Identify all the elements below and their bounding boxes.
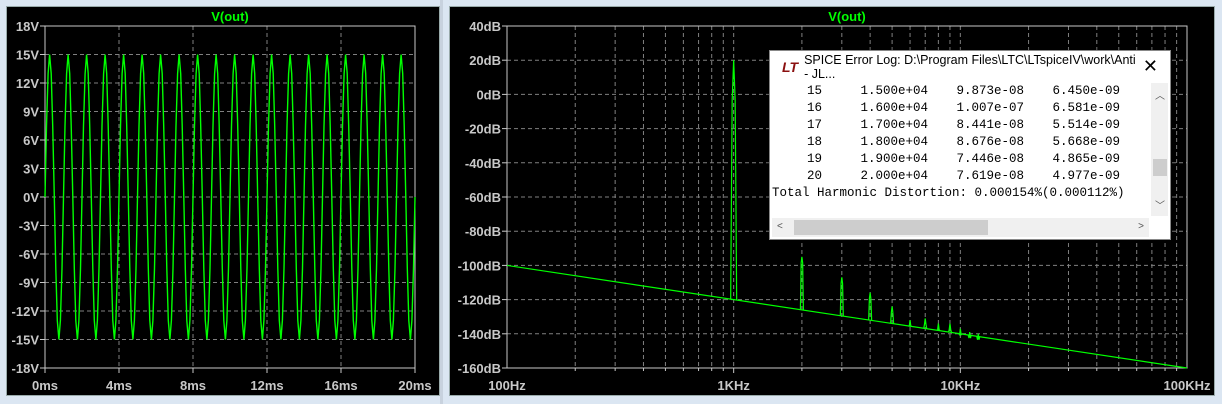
log-cell: 1.500e+04 [860,84,928,98]
log-cell: 1.600e+04 [860,101,928,115]
x-tick-label: 4ms [106,378,132,393]
y-tick-label: -120dB [458,293,501,308]
scroll-right-icon[interactable]: > [1138,221,1144,232]
y-tick-label: 3V [23,162,39,177]
y-tick-label: -18V [12,361,40,376]
y-tick-label: 15V [16,48,39,63]
x-tick-label: 16ms [324,378,357,393]
y-tick-label: -12V [12,304,40,319]
thd-result: Total Harmonic Distortion: 0.000154%(0.0… [772,186,1125,200]
log-cell: 20 [806,169,822,183]
y-tick-label: 40dB [469,19,501,34]
log-cell: 15 [806,84,822,98]
log-row: 16 1.600e+04 1.007e-07 6.581e-09 [772,100,1149,117]
log-cell: 7.446e-08 [956,152,1024,166]
y-tick-label: 20dB [469,53,501,68]
log-cell: 6.450e-09 [1052,84,1120,98]
harmonic-peak [839,277,844,316]
x-tick-label: 100KHz [1164,378,1211,393]
y-tick-label: 12V [16,76,39,91]
y-tick-label: -20dB [465,122,501,137]
log-cell: 16 [806,101,822,115]
scroll-thumb[interactable] [794,220,988,235]
transient-plot[interactable]: 18V 15V 12V 9V 6V 3V 0V -3V -6V -9V -12V -15V -18V 0m… [7,7,439,395]
y-tick-label: 18V [16,19,39,34]
harmonic-peak [908,320,912,327]
close-icon[interactable]: ✕ [1143,56,1158,77]
log-cell: 8.441e-08 [956,118,1024,132]
y-tick-label: 0dB [476,87,501,102]
x-tick-label: 20ms [398,378,431,393]
dialog-title-bar[interactable]: LT SPICE Error Log: D:\Program Files\LTC… [770,51,1170,82]
x-tick-label: 1KHz [717,378,750,393]
log-row: 19 1.900e+04 7.446e-08 4.865e-09 [772,151,1149,168]
trace-label: V(out) [211,9,249,24]
dialog-title: SPICE Error Log: D:\Program Files\LTC\LT… [804,52,1136,81]
x-tick-label: 100Hz [488,378,526,393]
trace-label: V(out) [828,9,866,24]
scroll-thumb[interactable] [1153,159,1167,176]
log-row: 15 1.500e+04 9.873e-08 6.450e-09 [772,83,1149,100]
spice-error-log-dialog[interactable]: LT SPICE Error Log: D:\Program Files\LTC… [769,50,1171,240]
log-row: 20 2.000e+04 7.619e-08 4.977e-09 [772,168,1149,185]
y-tick-label: -9V [19,276,40,291]
log-cell: 8.676e-08 [956,135,1024,149]
y-tick-label: -6V [19,247,40,262]
log-cell: 6.581e-09 [1052,101,1120,115]
log-cell: 5.668e-09 [1052,135,1120,149]
y-tick-label: -140dB [458,327,501,342]
transient-plot-pane[interactable]: 18V 15V 12V 9V 6V 3V 0V -3V -6V -9V -12V -15V -18V 0m… [6,6,440,396]
horizontal-scrollbar[interactable]: < > [772,218,1149,237]
y-tick-label: -80dB [465,224,501,239]
y-tick-label: -100dB [458,258,501,273]
scroll-down-icon[interactable]: ﹀ [1155,197,1165,212]
vertical-scrollbar[interactable]: ︿ ﹀ [1151,83,1168,216]
log-cell: 7.619e-08 [956,169,1024,183]
window-splitter[interactable] [440,0,443,404]
x-tick-label: 10KHz [940,378,980,393]
x-tick-label: 0ms [32,378,58,393]
log-cell: 9.873e-08 [956,84,1024,98]
log-cell: 18 [806,135,822,149]
log-text[interactable]: 15 1.500e+04 9.873e-08 6.450e-09 16 1.600e+04… [772,83,1149,216]
x-tick-label: 8ms [180,378,206,393]
y-tick-label: 6V [23,133,39,148]
log-row: 17 1.700e+04 8.441e-08 5.514e-09 [772,117,1149,134]
log-cell: 4.865e-09 [1052,152,1120,166]
harmonic-peak [976,333,981,340]
y-tick-label: -15V [12,333,40,348]
log-cell: 1.007e-07 [956,101,1024,115]
log-cell: 2.000e+04 [860,169,928,183]
y-tick-label: -3V [19,219,40,234]
trace-vout [44,54,416,340]
log-cell: 1.800e+04 [860,135,928,149]
log-cell: 19 [806,152,822,166]
log-cell: 5.514e-09 [1052,118,1120,132]
log-cell: 1.900e+04 [860,152,928,166]
y-tick-label: -160dB [458,361,501,376]
log-row: 18 1.800e+04 8.676e-08 5.668e-09 [772,134,1149,151]
log-cell: 17 [806,118,822,132]
y-tick-label: -40dB [465,156,501,171]
scroll-left-icon[interactable]: < [777,221,783,232]
y-tick-label: 0V [23,190,39,205]
noise-floor-trace [506,264,1188,369]
x-tick-label: 12ms [250,378,283,393]
y-tick-label: 9V [23,105,39,120]
y-tick-label: -60dB [465,190,501,205]
scroll-up-icon[interactable]: ︿ [1155,87,1165,102]
ltspice-logo-icon: LT [782,58,799,75]
log-cell: 1.700e+04 [860,118,928,132]
log-cell: 4.977e-09 [1052,169,1120,183]
